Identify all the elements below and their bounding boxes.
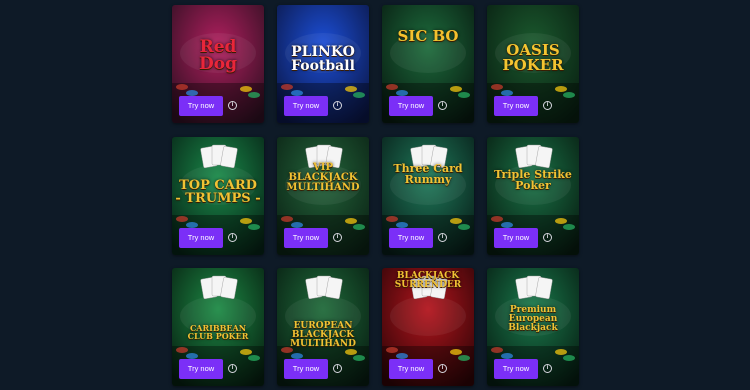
try-now-button[interactable]: Try now [389,96,433,116]
game-card[interactable]: Three Card Rummy Try now i [382,137,474,255]
try-now-button[interactable]: Try now [179,228,223,248]
try-now-button[interactable]: Try now [284,359,328,379]
info-icon[interactable]: i [228,364,237,373]
info-icon[interactable]: i [543,101,552,110]
game-card[interactable]: Triple Strike Poker Try now i [487,137,579,255]
game-card[interactable]: VIP BLACKJACK MULTIHAND Try now i [277,137,369,255]
try-now-button[interactable]: Try now [179,359,223,379]
game-card[interactable]: EUROPEAN BLACKJACK MULTIHAND Try now i [277,268,369,386]
info-icon[interactable]: i [228,101,237,110]
info-icon[interactable]: i [438,101,447,110]
try-now-button[interactable]: Try now [389,228,433,248]
info-icon[interactable]: i [333,364,342,373]
try-now-button[interactable]: Try now [494,96,538,116]
game-card[interactable]: CARIBBEAN CLUB POKER Try now i [172,268,264,386]
game-card[interactable]: SIC BO Try now i [382,5,474,123]
try-now-button[interactable]: Try now [179,96,223,116]
info-icon[interactable]: i [543,364,552,373]
info-icon[interactable]: i [333,233,342,242]
try-now-button[interactable]: Try now [284,228,328,248]
game-card[interactable]: OASIS POKER Try now i [487,5,579,123]
try-now-button[interactable]: Try now [284,96,328,116]
info-icon[interactable]: i [543,233,552,242]
game-card[interactable]: TOP CARD - TRUMPS - Try now i [172,137,264,255]
games-grid: Red Dog Try now i PLINKO Football Try now i SI… [172,5,579,386]
game-card[interactable]: Premium European Blackjack Try now i [487,268,579,386]
game-card[interactable]: Red Dog Try now i [172,5,264,123]
try-now-button[interactable]: Try now [494,359,538,379]
game-card[interactable]: BLACKJACK SURRENDER Try now i [382,268,474,386]
game-card[interactable]: PLINKO Football Try now i [277,5,369,123]
info-icon[interactable]: i [438,233,447,242]
info-icon[interactable]: i [228,233,237,242]
try-now-button[interactable]: Try now [494,228,538,248]
info-icon[interactable]: i [333,101,342,110]
try-now-button[interactable]: Try now [389,359,433,379]
info-icon[interactable]: i [438,364,447,373]
